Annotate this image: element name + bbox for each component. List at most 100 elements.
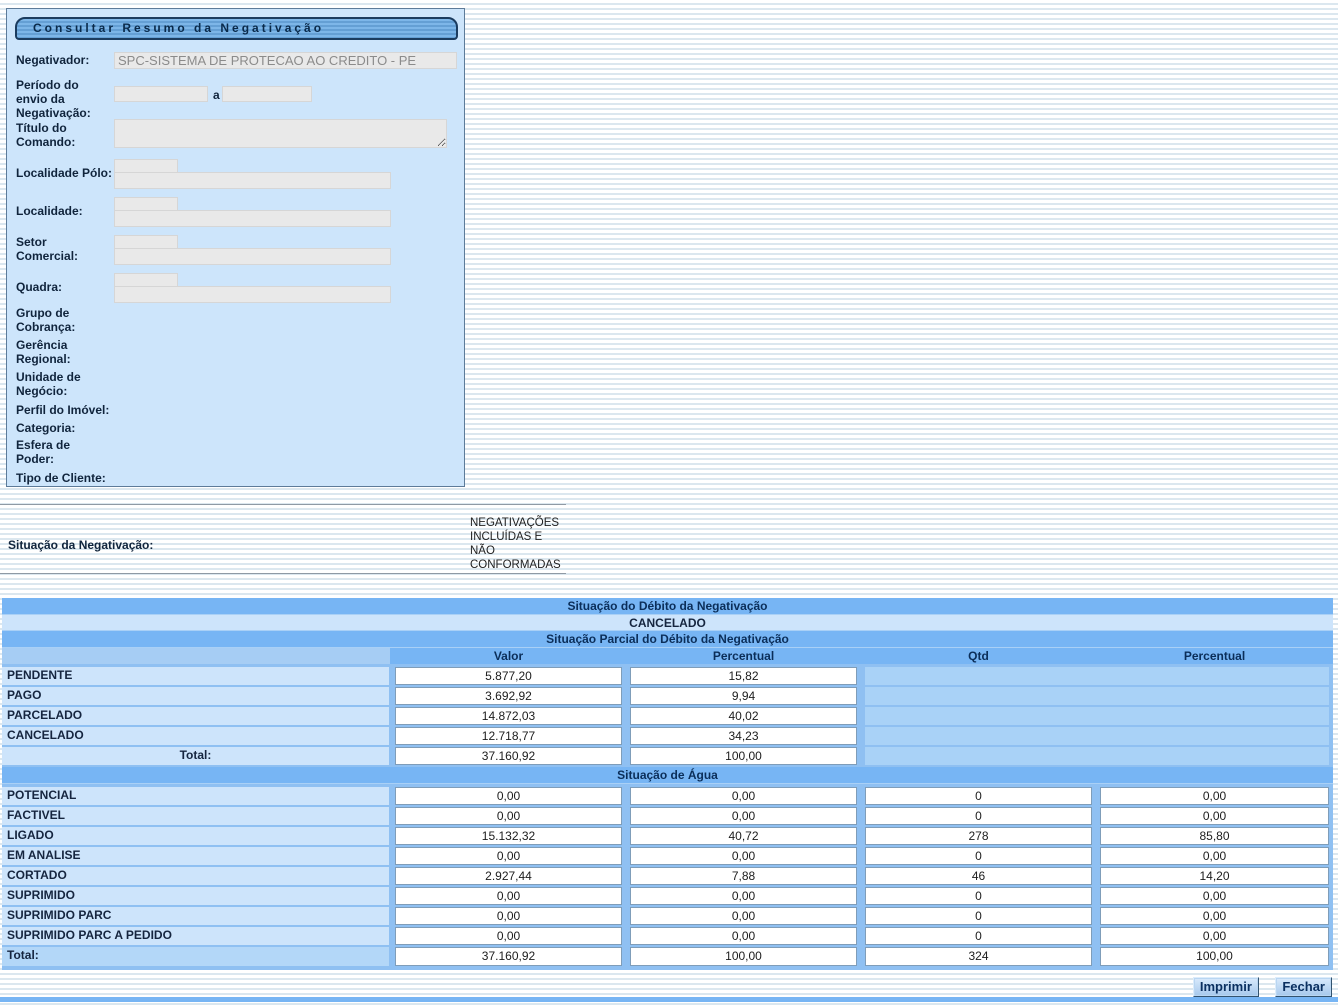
row-filler: [865, 727, 1329, 745]
col-header-empty: [2, 648, 390, 664]
row-valor: 0,00: [395, 907, 622, 925]
row-valor: 0,00: [395, 847, 622, 865]
total-label: Total:: [2, 747, 389, 765]
col-header-qtd: Qtd: [861, 648, 1096, 664]
row-qtd: 0: [865, 907, 1092, 925]
table-row: SUPRIMIDO PARC 0,00 0,00 0 0,00: [2, 907, 1333, 925]
panel-title: Consultar Resumo da Negativação: [15, 17, 458, 40]
localidade-label: Localidade:: [16, 204, 112, 218]
row-percentual2: 0,00: [1100, 787, 1329, 805]
row-label: PAGO: [2, 687, 389, 705]
row-percentual2: 0,00: [1100, 887, 1329, 905]
quadra-label: Quadra:: [16, 280, 112, 294]
row-percentual: 0,00: [630, 847, 857, 865]
titulo-comando-textarea[interactable]: [114, 119, 447, 148]
row-label: POTENCIAL: [2, 787, 389, 805]
setor-comercial-descricao-input[interactable]: [114, 248, 391, 265]
row-label: PARCELADO: [2, 707, 389, 725]
row-percentual: 34,23: [630, 727, 857, 745]
row-percentual2: 0,00: [1100, 907, 1329, 925]
bottom-strip: [0, 997, 1338, 1002]
row-valor: 12.718,77: [395, 727, 622, 745]
table-row: SUPRIMIDO PARC A PEDIDO 0,00 0,00 0 0,00: [2, 927, 1333, 945]
table-title: Situação do Débito da Negativação: [2, 598, 1333, 615]
row-valor: 0,00: [395, 927, 622, 945]
row-percentual: 40,02: [630, 707, 857, 725]
periodo-separator: a: [213, 88, 220, 102]
row-valor: 15.132,32: [395, 827, 622, 845]
row-percentual2: 0,00: [1100, 807, 1329, 825]
row-label: SUPRIMIDO PARC A PEDIDO: [2, 927, 389, 945]
row-filler: [865, 687, 1329, 705]
debito-total-row: Total: 37.160,92 100,00: [2, 747, 1333, 765]
unidade-negocio-label: Unidade de Negócio:: [16, 370, 112, 398]
periodo-inicio-input[interactable]: [114, 86, 208, 102]
col-header-percentual2: Percentual: [1096, 648, 1333, 664]
imprimir-button[interactable]: Imprimir: [1193, 977, 1259, 997]
row-percentual2: 85,80: [1100, 827, 1329, 845]
table-row: PARCELADO 14.872,03 40,02: [2, 707, 1333, 725]
total-percentual2: 100,00: [1100, 947, 1329, 966]
row-valor: 3.692,92: [395, 687, 622, 705]
total-percentual: 100,00: [630, 747, 857, 765]
row-valor: 14.872,03: [395, 707, 622, 725]
row-percentual: 0,00: [630, 907, 857, 925]
total-valor: 37.160,92: [395, 747, 622, 765]
total-percentual: 100,00: [630, 947, 857, 966]
row-filler: [865, 747, 1329, 765]
row-percentual: 0,00: [630, 887, 857, 905]
row-percentual2: 0,00: [1100, 927, 1329, 945]
total-label: Total:: [2, 947, 389, 966]
negativador-input[interactable]: [114, 52, 457, 69]
table-row: PAGO 3.692,92 9,94: [2, 687, 1333, 705]
column-header-row: Valor Percentual Qtd Percentual: [2, 648, 1333, 664]
row-percentual2: 0,00: [1100, 847, 1329, 865]
negativador-label: Negativador:: [16, 53, 112, 67]
row-label: CANCELADO: [2, 727, 389, 745]
total-qtd: 324: [865, 947, 1092, 966]
row-percentual2: 14,20: [1100, 867, 1329, 885]
row-qtd: 278: [865, 827, 1092, 845]
row-valor: 0,00: [395, 787, 622, 805]
row-percentual: 9,94: [630, 687, 857, 705]
row-valor: 2.927,44: [395, 867, 622, 885]
table-partial-title: Situação Parcial do Débito da Negativaçã…: [2, 631, 1333, 648]
fechar-button[interactable]: Fechar: [1275, 977, 1332, 997]
row-percentual: 0,00: [630, 807, 857, 825]
row-qtd: 0: [865, 887, 1092, 905]
row-percentual: 15,82: [630, 667, 857, 685]
localidade-polo-descricao-input[interactable]: [114, 172, 391, 189]
row-label: CORTADO: [2, 867, 389, 885]
row-qtd: 0: [865, 847, 1092, 865]
table-row: POTENCIAL 0,00 0,00 0 0,00: [2, 787, 1333, 805]
row-label: PENDENTE: [2, 667, 389, 685]
localidade-polo-label: Localidade Pólo:: [16, 166, 112, 180]
table-row: FACTIVEL 0,00 0,00 0 0,00: [2, 807, 1333, 825]
titulo-comando-label: Título do Comando:: [16, 121, 112, 149]
table-row: CORTADO 2.927,44 7,88 46 14,20: [2, 867, 1333, 885]
row-percentual: 7,88: [630, 867, 857, 885]
button-bar: Imprimir Fechar: [0, 977, 1332, 997]
row-qtd: 0: [865, 927, 1092, 945]
esfera-poder-label: Esfera de Poder:: [16, 438, 112, 466]
setor-comercial-label: Setor Comercial:: [16, 235, 112, 263]
negativacao-table: Situação do Débito da Negativação CANCEL…: [2, 598, 1333, 970]
situacao-value: NEGATIVAÇÕES INCLUÍDAS E NÃO CONFORMADAS: [470, 516, 570, 572]
row-valor: 5.877,20: [395, 667, 622, 685]
grupo-cobranca-label: Grupo de Cobrança:: [16, 306, 112, 334]
gerencia-regional-label: Gerência Regional:: [16, 338, 112, 366]
row-filler: [865, 707, 1329, 725]
row-percentual: 0,00: [630, 787, 857, 805]
table-status: CANCELADO: [2, 615, 1333, 631]
consulta-panel: Consultar Resumo da Negativação Negativa…: [6, 8, 465, 487]
periodo-fim-input[interactable]: [222, 86, 312, 102]
table-row: EM ANALISE 0,00 0,00 0 0,00: [2, 847, 1333, 865]
table-row: CANCELADO 12.718,77 34,23: [2, 727, 1333, 745]
row-percentual: 40,72: [630, 827, 857, 845]
localidade-descricao-input[interactable]: [114, 210, 391, 227]
situacao-section: Situação da Negativação: NEGATIVAÇÕES IN…: [0, 504, 566, 574]
categoria-label: Categoria:: [16, 421, 112, 435]
quadra-descricao-input[interactable]: [114, 286, 391, 303]
row-percentual: 0,00: [630, 927, 857, 945]
row-qtd: 0: [865, 787, 1092, 805]
